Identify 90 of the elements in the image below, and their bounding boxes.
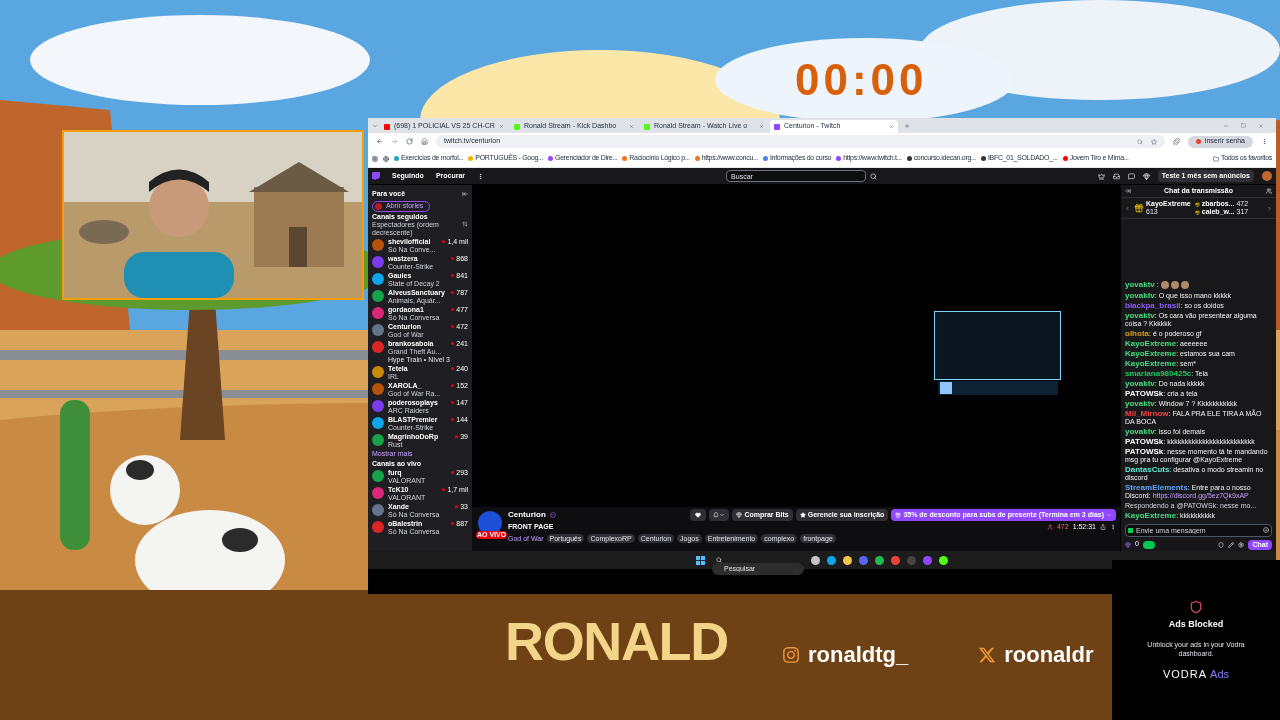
stream-app-icon[interactable]: [923, 555, 932, 565]
channel-avatar: [372, 255, 384, 268]
channel-avatar: [372, 289, 384, 302]
shield-icon[interactable]: [1218, 541, 1225, 548]
channel-avatar: [372, 306, 384, 319]
chat-app-icon[interactable]: [859, 555, 868, 565]
emoji-icon[interactable]: [1263, 527, 1269, 533]
social-handle: ronaldtg_: [808, 644, 909, 666]
channel-avatar: [372, 416, 384, 429]
notifications-button[interactable]: [709, 509, 730, 521]
channel-avatar: [372, 382, 384, 395]
apps-icon[interactable]: [372, 155, 378, 162]
music-icon[interactable]: [875, 555, 884, 565]
reload-icon[interactable]: [406, 138, 413, 145]
bits-icon[interactable]: [1142, 172, 1150, 180]
social-handle: roonaldr: [1004, 644, 1094, 666]
badge-icon: [1128, 528, 1133, 533]
viewers-icon: [1046, 524, 1053, 531]
gift-icon: [1194, 201, 1200, 207]
chat-username[interactable]: olhota: [1125, 329, 1149, 338]
heart-icon: [695, 512, 702, 518]
gift-icon: [895, 512, 902, 518]
points-icon[interactable]: [1125, 541, 1131, 548]
channel-avatar: [372, 238, 384, 251]
channel-avatar: [372, 340, 384, 353]
channel-avatar: [372, 469, 384, 482]
shield-icon: [1189, 600, 1203, 614]
crown-icon[interactable]: [1097, 172, 1105, 180]
bot-icon: [1142, 540, 1155, 549]
bits-icon: [736, 512, 743, 518]
channel-avatar: [372, 399, 384, 412]
tab-favicon-icon: [644, 123, 650, 130]
tab-favicon-icon: [384, 123, 390, 130]
users-icon[interactable]: [1266, 188, 1272, 194]
notice-title: Ads Blocked: [1168, 618, 1224, 631]
channel-avatar: [372, 486, 384, 499]
tab-favicon-icon: [774, 123, 780, 130]
channel-avatar: [372, 272, 384, 285]
channel-avatar: [372, 323, 384, 336]
logo-text: RONALD: [505, 614, 728, 668]
ads-label: Ads: [1210, 666, 1230, 682]
countdown-timer: 00:00: [795, 58, 928, 102]
gift-icon: [1194, 209, 1200, 215]
window-icon[interactable]: [811, 555, 820, 565]
more-icon[interactable]: [1110, 524, 1116, 531]
previous-icon[interactable]: [1125, 205, 1130, 211]
folder-icon: [1212, 155, 1219, 162]
home-icon[interactable]: [421, 138, 428, 145]
search-icon[interactable]: [870, 172, 878, 180]
channel-avatar: [372, 365, 384, 378]
caret-icon: [1106, 512, 1112, 518]
bell-icon: [713, 512, 720, 518]
gift-icon: [1134, 203, 1144, 213]
collapse-icon[interactable]: [462, 191, 468, 198]
channel-avatar: [372, 433, 384, 446]
twitch-logo-icon[interactable]: [372, 172, 380, 180]
channel-avatar: [372, 520, 384, 533]
channel-avatar: [372, 503, 384, 516]
sort-icon[interactable]: [462, 220, 468, 227]
x-logo-icon: [978, 646, 997, 664]
chat-username[interactable]: yovaktv: [1125, 280, 1155, 290]
back-icon[interactable]: [376, 138, 383, 145]
browser-icon[interactable]: [891, 555, 900, 565]
messages-icon[interactable]: [1127, 172, 1135, 180]
star-icon: [799, 512, 806, 518]
tab-favicon-icon: [514, 123, 520, 130]
browser-icon[interactable]: [827, 555, 836, 565]
channel-name: Centurion: [508, 509, 546, 521]
extensions-icon[interactable]: [1172, 138, 1180, 145]
instagram-icon: [782, 646, 800, 664]
play-icon[interactable]: [939, 555, 948, 565]
share-icon[interactable]: [1100, 524, 1106, 531]
caret-icon: [719, 512, 726, 518]
bookmark-star-icon[interactable]: [1150, 138, 1157, 145]
verified-icon: [549, 512, 556, 518]
inbox-icon[interactable]: [1112, 172, 1120, 180]
vodra-logo: VODRA: [1162, 666, 1208, 682]
story-avatar: [375, 202, 382, 210]
collapse-icon[interactable]: [1125, 188, 1131, 194]
user-avatar[interactable]: [1262, 171, 1272, 181]
settings-icon[interactable]: [1238, 541, 1245, 548]
pencil-icon[interactable]: [1228, 541, 1235, 548]
next-icon[interactable]: [1267, 205, 1272, 211]
windows-icon[interactable]: [696, 555, 705, 565]
globe-icon[interactable]: [383, 155, 389, 162]
search-icon: [716, 557, 722, 563]
close-icon[interactable]: [889, 124, 894, 129]
folder-icon[interactable]: [843, 555, 852, 565]
chat-username[interactable]: blackpa_brasil: [1125, 301, 1181, 310]
follow-button[interactable]: [690, 509, 707, 521]
